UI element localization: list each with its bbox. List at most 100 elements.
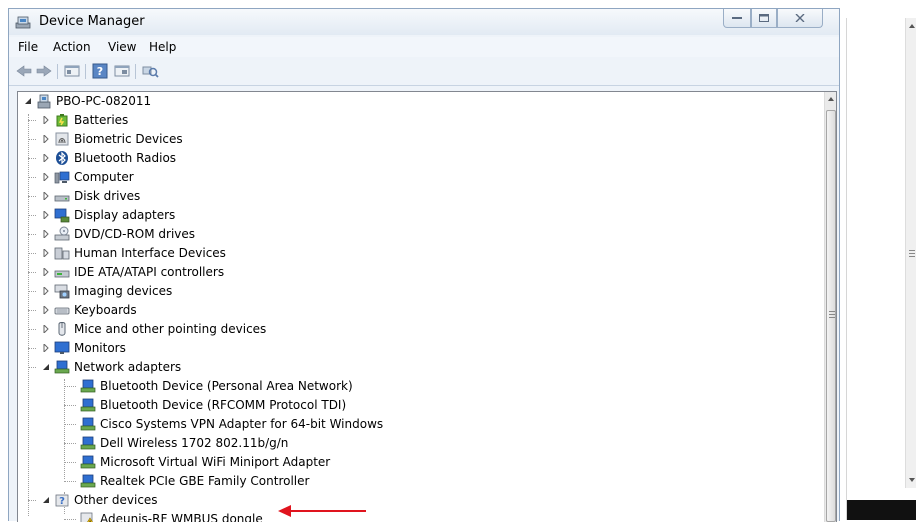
network-adapter-icon (80, 454, 96, 470)
expand-arrow-icon[interactable] (42, 192, 50, 200)
tree-guide-line (28, 272, 36, 273)
console-icon[interactable] (113, 63, 131, 79)
collapse-arrow-icon[interactable] (42, 496, 50, 504)
device-label: Dell Wireless 1702 802.11b/g/n (100, 434, 288, 452)
tree-guide-line (28, 253, 36, 254)
dark-region (847, 500, 916, 520)
tree-guide-line (28, 500, 36, 501)
properties-icon[interactable] (63, 63, 81, 79)
tree-category[interactable]: Imaging devices (18, 282, 318, 300)
menu-view[interactable]: View (108, 40, 136, 54)
unknown-device-icon: ? (54, 492, 70, 508)
category-label: Mice and other pointing devices (74, 320, 266, 338)
tree-guide-line (28, 139, 36, 140)
tree-guide-line (28, 367, 36, 368)
tree-category[interactable]: Keyboards (18, 301, 318, 319)
close-button[interactable] (777, 9, 823, 28)
device-item[interactable]: Realtek PCIe GBE Family Controller (18, 472, 418, 490)
expand-arrow-icon[interactable] (42, 249, 50, 257)
menu-action[interactable]: Action (53, 40, 91, 54)
scroll-up-arrow-icon[interactable] (909, 24, 915, 28)
device-label: Microsoft Virtual WiFi Miniport Adapter (100, 453, 330, 471)
expand-arrow-icon[interactable] (42, 154, 50, 162)
category-label: IDE ATA/ATAPI controllers (74, 263, 224, 281)
scroll-up-arrow-icon[interactable] (828, 97, 834, 101)
scroll-down-arrow-icon[interactable] (909, 478, 915, 482)
expand-arrow-icon[interactable] (42, 287, 50, 295)
collapse-arrow-icon[interactable] (42, 363, 50, 371)
expand-arrow-icon[interactable] (42, 230, 50, 238)
tree-root[interactable]: PBO-PC-082011 (18, 92, 318, 110)
menu-help[interactable]: Help (149, 40, 176, 54)
category-label: Other devices (74, 491, 158, 509)
tree-category[interactable]: DVD/CD-ROM drives (18, 225, 318, 243)
tree-guide-line (28, 177, 36, 178)
category-label: Monitors (74, 339, 126, 357)
tree-category[interactable]: Computer (18, 168, 318, 186)
red-arrow-annotation-icon (278, 504, 368, 518)
device-item[interactable]: Cisco Systems VPN Adapter for 64-bit Win… (18, 415, 418, 433)
tree-guide-line (28, 158, 36, 159)
device-item[interactable]: Bluetooth Device (RFCOMM Protocol TDI) (18, 396, 418, 414)
tree-category[interactable]: Mice and other pointing devices (18, 320, 318, 338)
toolbar-separator (135, 64, 136, 79)
tree-category[interactable]: Human Interface Devices (18, 244, 318, 262)
tree-guide-line (64, 462, 76, 463)
close-icon (795, 14, 805, 22)
device-item[interactable]: Microsoft Virtual WiFi Miniport Adapter (18, 453, 418, 471)
background-scrollbar[interactable] (905, 18, 916, 488)
tree-category[interactable]: Disk drives (18, 187, 318, 205)
menu-file[interactable]: File (18, 40, 38, 54)
expand-arrow-icon[interactable] (42, 268, 50, 276)
network-adapter-icon (80, 378, 96, 394)
expand-arrow-icon[interactable] (42, 135, 50, 143)
expand-arrow-icon[interactable] (42, 325, 50, 333)
tree-guide-line (28, 310, 36, 311)
vertical-scrollbar[interactable] (824, 92, 837, 522)
expand-arrow-icon[interactable] (42, 211, 50, 219)
category-label: Imaging devices (74, 282, 172, 300)
expand-arrow-icon[interactable] (42, 344, 50, 352)
battery-icon (54, 112, 70, 128)
tree-category-expanded[interactable]: Network adapters (18, 358, 318, 376)
device-item[interactable]: Bluetooth Device (Personal Area Network) (18, 377, 418, 395)
device-label: Bluetooth Device (Personal Area Network) (100, 377, 353, 395)
tree-category[interactable]: Monitors (18, 339, 318, 357)
tree-guide-line (64, 424, 76, 425)
expand-arrow-icon[interactable] (42, 173, 50, 181)
window-title: Device Manager (39, 14, 145, 29)
tree-category[interactable]: Display adapters (18, 206, 318, 224)
tree-category[interactable]: Biometric Devices (18, 130, 318, 148)
scrollbar-grip-icon (909, 250, 915, 257)
tree-guide-line (64, 405, 76, 406)
tree-category[interactable]: IDE ATA/ATAPI controllers (18, 263, 318, 281)
maximize-button[interactable] (751, 9, 777, 28)
tree-category-expanded[interactable]: ? Other devices (18, 491, 318, 509)
help-icon[interactable]: ? (91, 63, 109, 79)
disk-drive-icon (54, 188, 70, 204)
category-label: Bluetooth Radios (74, 149, 176, 167)
scrollbar-thumb[interactable] (826, 110, 836, 522)
tree-root-label: PBO-PC-082011 (56, 92, 151, 110)
expand-arrow-icon[interactable] (42, 116, 50, 124)
network-adapter-icon (80, 473, 96, 489)
scan-hardware-icon[interactable] (141, 63, 159, 79)
category-label: Disk drives (74, 187, 140, 205)
tree-category[interactable]: Bluetooth Radios (18, 149, 318, 167)
minimize-button[interactable] (723, 9, 751, 28)
category-label: Display adapters (74, 206, 175, 224)
tree-category[interactable]: Batteries (18, 111, 318, 129)
monitor-icon (54, 340, 70, 356)
expand-arrow-icon[interactable] (42, 306, 50, 314)
device-tree: PBO-PC-082011 Batteries Biometric Device… (17, 91, 837, 522)
computer-icon (54, 169, 70, 185)
device-item[interactable]: Dell Wireless 1702 802.11b/g/n (18, 434, 418, 452)
device-manager-app-icon (15, 15, 31, 29)
category-label: Human Interface Devices (74, 244, 226, 262)
collapse-arrow-icon[interactable] (24, 97, 32, 105)
tree-guide-line (28, 348, 36, 349)
forward-icon[interactable] (35, 63, 53, 79)
background-window (846, 18, 916, 520)
back-icon[interactable] (15, 63, 33, 79)
tree-guide-line (28, 196, 36, 197)
